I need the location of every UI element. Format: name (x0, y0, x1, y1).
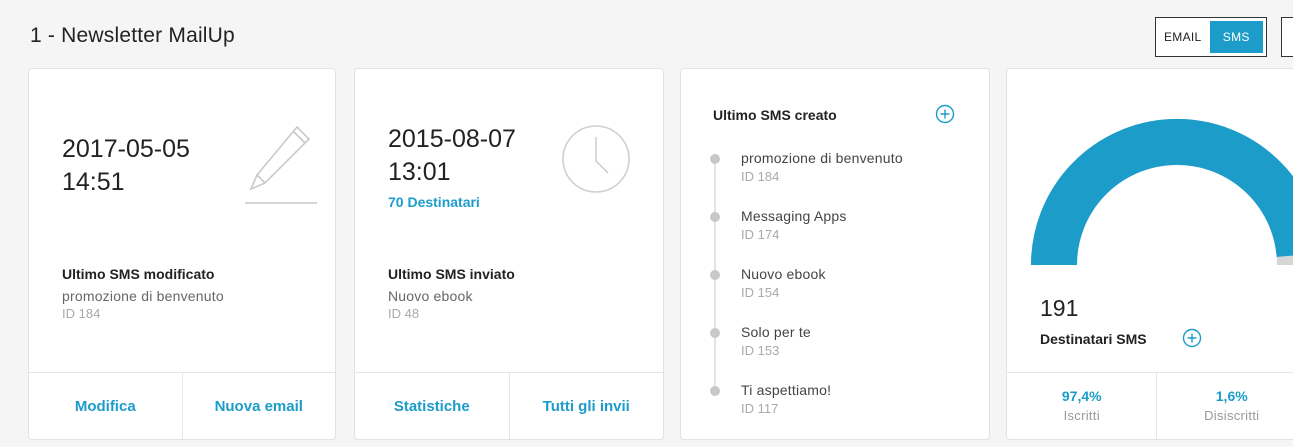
recipients-stats: 97,4% Iscritti 1,6% Disiscritti (1007, 372, 1293, 439)
last-modified-id: ID 184 (62, 306, 101, 321)
pencil-icon (239, 121, 323, 210)
timeline-dot (710, 386, 720, 396)
statistics-button[interactable]: Statistiche (355, 373, 509, 439)
last-modified-date: 2017-05-05 (62, 135, 190, 163)
timeline-item[interactable]: Solo per te ID 153 (707, 323, 903, 381)
last-sent-datetime: 2015-08-07 13:01 (388, 123, 516, 189)
last-sent-date: 2015-08-07 (388, 125, 516, 153)
timeline-item[interactable]: Ti aspettiamo! ID 117 (707, 381, 903, 439)
page-title: 1 - Newsletter MailUp (30, 24, 235, 47)
subscribed-percent: 97,4% (1061, 388, 1102, 404)
last-modified-info: Ultimo SMS modificato promozione di benv… (62, 266, 224, 322)
email-toggle-button[interactable]: EMAIL (1156, 18, 1210, 56)
all-sendings-button[interactable]: Tutti gli invii (508, 373, 664, 439)
last-sent-card: 2015-08-07 13:01 70 Destinatari Ultimo S… (354, 68, 664, 440)
timeline-item-name: Ti aspettiamo! (741, 382, 832, 398)
last-modified-actions: Modifica Nuova email (29, 372, 335, 439)
last-sent-id: ID 48 (388, 306, 420, 321)
last-sent-actions: Statistiche Tutti gli invii (355, 372, 663, 439)
last-modified-time: 14:51 (62, 168, 125, 196)
timeline-item-id: ID 154 (741, 285, 780, 300)
last-sent-time: 13:01 (388, 158, 451, 186)
sms-timeline: promozione di benvenuto ID 184 Messaging… (707, 149, 903, 439)
last-sent-title: Ultimo SMS inviato (388, 266, 515, 282)
clock-icon (560, 123, 632, 200)
timeline-item-id: ID 153 (741, 343, 780, 358)
timeline-item-name: promozione di benvenuto (741, 150, 903, 166)
last-modified-name: promozione di benvenuto (62, 288, 224, 304)
last-modified-card: 2017-05-05 14:51 Ultimo SMS modificato p… (28, 68, 336, 440)
timeline-item-name: Messaging Apps (741, 208, 847, 224)
timeline-item[interactable]: Messaging Apps ID 174 (707, 207, 903, 265)
timeline-item[interactable]: Nuovo ebook ID 154 (707, 265, 903, 323)
recipients-label: Destinatari SMS (1040, 331, 1147, 347)
unsubscribed-label: Disiscritti (1204, 408, 1260, 423)
last-created-title: Ultimo SMS creato (713, 107, 837, 123)
subscribed-stat[interactable]: 97,4% Iscritti (1007, 373, 1156, 439)
timeline-dot (710, 154, 720, 164)
timeline-dot (710, 212, 720, 222)
timeline-item-id: ID 117 (741, 401, 779, 416)
recipients-card: 191 Destinatari SMS 97,4% Iscritti 1,6% … (1006, 68, 1293, 440)
timeline-item[interactable]: promozione di benvenuto ID 184 (707, 149, 903, 207)
subscribed-arc (1031, 118, 1293, 266)
recipients-donut (1031, 118, 1293, 266)
timeline-item-id: ID 174 (741, 227, 780, 242)
timeline-dot (710, 270, 720, 280)
edit-button[interactable]: Modifica (29, 373, 182, 439)
last-sent-info: Ultimo SMS inviato Nuovo ebook ID 48 (388, 266, 515, 322)
new-email-button[interactable]: Nuova email (181, 373, 336, 439)
plus-circle-icon[interactable] (1182, 328, 1202, 353)
extra-toggle-button[interactable] (1281, 17, 1293, 57)
recipients-count: 191 (1040, 295, 1079, 321)
last-sent-name: Nuovo ebook (388, 288, 473, 304)
subscribed-label: Iscritti (1063, 408, 1100, 423)
plus-circle-icon[interactable] (935, 104, 955, 129)
timeline-item-id: ID 184 (741, 169, 780, 184)
timeline-dot (710, 328, 720, 338)
timeline-item-name: Nuovo ebook (741, 266, 826, 282)
timeline-item-name: Solo per te (741, 324, 811, 340)
last-modified-title: Ultimo SMS modificato (62, 266, 215, 282)
unsubscribed-stat[interactable]: 1,6% Disiscritti (1156, 373, 1293, 439)
last-created-card: Ultimo SMS creato promozione di benvenut… (680, 68, 990, 440)
last-modified-datetime: 2017-05-05 14:51 (62, 133, 190, 199)
sms-toggle-button[interactable]: SMS (1209, 21, 1263, 53)
last-sent-recipients-link[interactable]: 70 Destinatari (388, 194, 480, 210)
channel-toggle: EMAIL SMS (1155, 17, 1267, 57)
unsubscribed-percent: 1,6% (1215, 388, 1248, 404)
